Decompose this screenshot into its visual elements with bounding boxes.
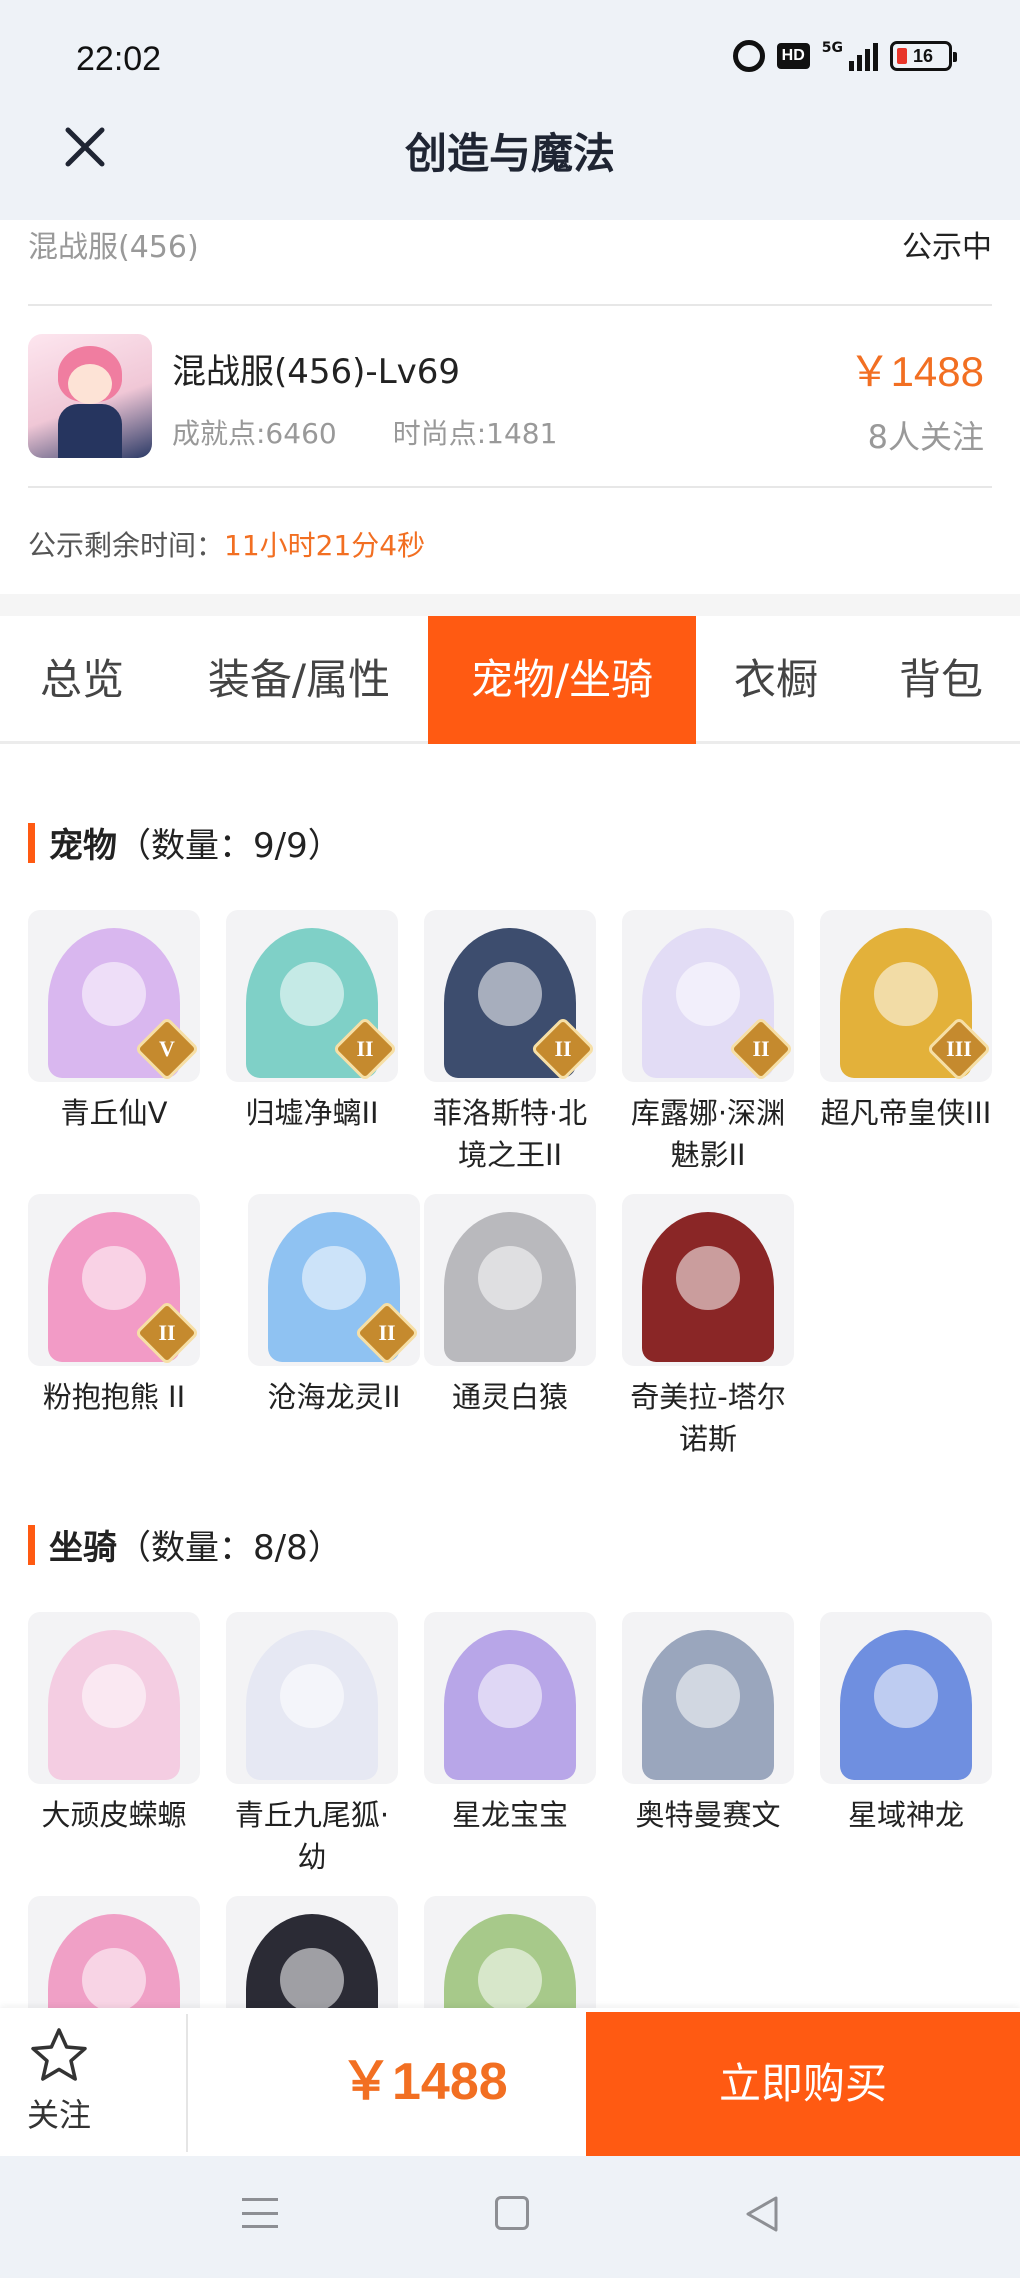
system-nav-bar <box>0 2156 1020 2278</box>
tab-bar: 总览 装备/属性 宠物/坐骑 衣橱 背包 <box>0 616 1020 744</box>
pets-count: （数量：9/9） <box>117 826 342 866</box>
follow-button[interactable]: 关注 <box>0 2008 118 2156</box>
item-name: 星域神龙 <box>847 1798 964 1832</box>
home-icon[interactable] <box>495 2196 529 2230</box>
mount-icon[interactable] <box>28 1896 200 2008</box>
abyss-phantom-icon[interactable]: II <box>622 910 794 1082</box>
divider <box>28 304 992 306</box>
tab-equipment[interactable]: 装备/属性 <box>174 616 424 744</box>
chimera-icon[interactable] <box>622 1194 794 1366</box>
divider <box>28 486 992 488</box>
grid-item[interactable]: 星域神龙 <box>820 1612 992 1836</box>
tab-wardrobe[interactable]: 衣橱 <box>708 616 844 744</box>
item-name: 库露娜·深渊魅影II <box>630 1096 786 1172</box>
grid-item[interactable]: 青丘九尾狐·幼 <box>226 1612 398 1878</box>
mount-icon[interactable] <box>226 1896 398 2008</box>
item-name: 青丘仙V <box>60 1096 168 1130</box>
item-name: 青丘九尾狐·幼 <box>234 1798 390 1874</box>
grid-item[interactable]: II 库露娜·深渊魅影II <box>622 910 794 1176</box>
sea-dragon-icon[interactable]: II <box>226 910 398 1082</box>
mounts-section-title: 坐骑 （数量：8/8） <box>28 1520 342 1569</box>
grid-item[interactable]: II 菲洛斯特·北境之王II <box>424 910 596 1176</box>
alarm-icon <box>732 40 765 72</box>
tab-pets-mounts[interactable]: 宠物/坐骑 <box>428 616 696 744</box>
countdown: 公示剩余时间：11小时21分4秒 <box>28 524 425 564</box>
hd-icon: HD <box>776 43 810 69</box>
bottom-price: ￥1488 <box>340 2053 508 2111</box>
signal-icon <box>849 41 878 71</box>
character-name: 混战服(456)-Lv69 <box>172 352 461 392</box>
mounts-title: 坐骑 <box>49 1528 117 1568</box>
grid-item[interactable]: II 粉抱抱熊 II <box>28 1194 200 1418</box>
grid-item[interactable] <box>424 1896 596 2008</box>
grid-item[interactable]: V 青丘仙V <box>28 910 200 1134</box>
item-name: 奇美拉-塔尔诺斯 <box>630 1380 786 1456</box>
nine-tail-fox-icon[interactable] <box>226 1612 398 1784</box>
ocean-dragon-spirit-icon[interactable]: II <box>248 1194 420 1366</box>
item-name: 星龙宝宝 <box>451 1798 568 1832</box>
follow-label: 关注 <box>26 2096 91 2134</box>
character-avatar <box>28 334 152 458</box>
page-title: 创造与魔法 <box>404 129 615 178</box>
grid-item[interactable]: 星龙宝宝 <box>424 1612 596 1836</box>
status-time: 22:02 <box>76 40 162 78</box>
fashion-points: 时尚点:1481 <box>392 417 558 450</box>
grid-item[interactable]: III 超凡帝皇侠III <box>820 910 992 1134</box>
countdown-label: 公示剩余时间： <box>28 529 225 562</box>
pink-bear-icon[interactable]: II <box>28 1194 200 1366</box>
pets-section-title: 宠物 （数量：9/9） <box>28 818 342 867</box>
divider <box>186 2014 188 2152</box>
star-domain-dragon-icon[interactable] <box>820 1612 992 1784</box>
purchase-bar: 关注 ￥1488 立即购买 <box>0 2008 1020 2156</box>
buy-now-button[interactable]: 立即购买 <box>586 2012 1020 2156</box>
item-name: 菲洛斯特·北境之王II <box>432 1096 588 1172</box>
pets-title: 宠物 <box>49 826 117 866</box>
battery-icon: 16 <box>890 41 957 71</box>
grid-item[interactable]: II 归墟净螭II <box>226 910 398 1134</box>
status-icons: HD 5G 16 <box>732 40 957 72</box>
back-icon[interactable] <box>744 2194 780 2234</box>
item-name: 大顽皮蝾螈 <box>41 1798 187 1832</box>
tab-overview[interactable]: 总览 <box>0 616 164 744</box>
section-gap <box>0 594 1020 616</box>
character-stats: 成就点:6460 时尚点:1481 <box>172 412 557 452</box>
item-name: 沧海龙灵II <box>267 1380 401 1414</box>
top-area: 22:02 HD 5G 16 创造与魔法 <box>0 0 1020 220</box>
mount-icon[interactable] <box>424 1896 596 2008</box>
item-name: 归墟净螭II <box>245 1096 379 1130</box>
grid-item[interactable]: 大顽皮蝾螈 <box>28 1612 200 1836</box>
grid-item[interactable]: 通灵白猿 <box>424 1194 596 1418</box>
item-name: 通灵白猿 <box>451 1380 568 1414</box>
network-type: 5G <box>821 40 843 56</box>
star-icon <box>31 2028 87 2081</box>
ultraman-seven-icon[interactable] <box>622 1612 794 1784</box>
listing-price: ￥1488 <box>848 348 984 395</box>
menu-icon[interactable] <box>242 2198 278 2228</box>
emperor-hero-icon[interactable]: III <box>820 910 992 1082</box>
grid-item[interactable] <box>226 1896 398 2008</box>
grid-item[interactable] <box>28 1896 200 2008</box>
tab-backpack[interactable]: 背包 <box>876 616 1006 744</box>
achievement-points: 成就点:6460 <box>172 417 337 450</box>
server-name: 混战服(456) <box>28 230 199 265</box>
item-name: 超凡帝皇侠III <box>820 1096 992 1130</box>
grid-item[interactable]: 奥特曼赛文 <box>622 1612 794 1836</box>
salamander-icon[interactable] <box>28 1612 200 1784</box>
star-dragon-baby-icon[interactable] <box>424 1612 596 1784</box>
grid-item[interactable]: 奇美拉-塔尔诺斯 <box>622 1194 794 1460</box>
item-name: 粉抱抱熊 II <box>42 1380 186 1414</box>
mounts-count: （数量：8/8） <box>117 1528 342 1568</box>
frost-king-icon[interactable]: II <box>424 910 596 1082</box>
fox-fairy-icon[interactable]: V <box>28 910 200 1082</box>
grid-item[interactable]: II 沧海龙灵II <box>248 1194 420 1418</box>
countdown-value: 11小时21分4秒 <box>224 529 426 562</box>
white-ape-icon[interactable] <box>424 1194 596 1366</box>
follower-count: 8人关注 <box>867 418 984 456</box>
listing-status: 公示中 <box>902 230 992 265</box>
item-name: 奥特曼赛文 <box>635 1798 781 1832</box>
